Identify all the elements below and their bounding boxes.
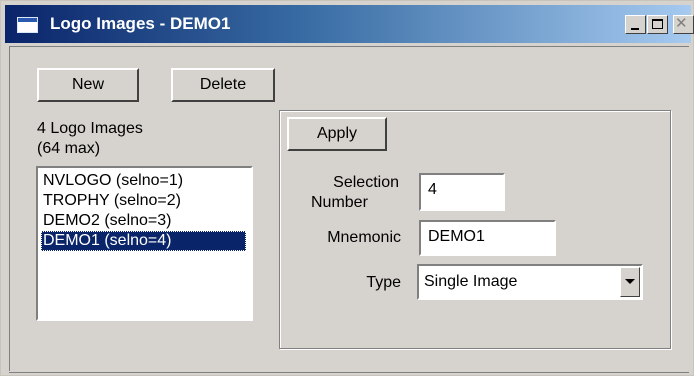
- app-window-icon: [17, 17, 38, 33]
- maximize-button[interactable]: [647, 15, 668, 34]
- maximize-icon: [652, 19, 663, 29]
- type-label: Type: [366, 274, 401, 291]
- logo-images-window: Logo Images - DEMO1 ✕ New Delete 4 Logo …: [0, 0, 694, 376]
- selection-number-label-line2: Number: [311, 194, 368, 211]
- apply-button[interactable]: Apply: [287, 117, 387, 151]
- selection-number-field[interactable]: 4: [419, 173, 505, 211]
- list-item-selected[interactable]: DEMO1 (selno=4): [41, 231, 246, 251]
- close-icon: ✕: [675, 14, 688, 32]
- type-dropdown-button[interactable]: [620, 267, 640, 297]
- type-select[interactable]: Single Image: [417, 264, 643, 300]
- logo-list[interactable]: NVLOGO (selno=1) TROPHY (selno=2) DEMO2 …: [36, 166, 253, 321]
- title-bar[interactable]: Logo Images - DEMO1 ✕: [5, 5, 694, 43]
- bottom-divider: [9, 372, 689, 373]
- logo-max-label: (64 max): [37, 140, 101, 157]
- selection-number-label-line1: Selection: [333, 174, 399, 191]
- list-item[interactable]: DEMO2 (selno=3): [41, 211, 246, 231]
- minimize-button[interactable]: [625, 15, 646, 34]
- type-select-value: Single Image: [424, 273, 518, 290]
- chevron-down-icon: [625, 279, 635, 284]
- list-item[interactable]: NVLOGO (selno=1): [41, 171, 246, 191]
- minimize-icon: [631, 28, 639, 30]
- new-button[interactable]: New: [37, 68, 139, 102]
- logo-count-label: 4 Logo Images: [37, 120, 143, 137]
- window-title: Logo Images - DEMO1: [50, 14, 231, 33]
- mnemonic-field[interactable]: DEMO1: [419, 220, 556, 256]
- mnemonic-label: Mnemonic: [327, 229, 401, 246]
- close-button[interactable]: ✕: [673, 15, 694, 34]
- list-item[interactable]: TROPHY (selno=2): [41, 191, 246, 211]
- delete-button[interactable]: Delete: [171, 68, 275, 102]
